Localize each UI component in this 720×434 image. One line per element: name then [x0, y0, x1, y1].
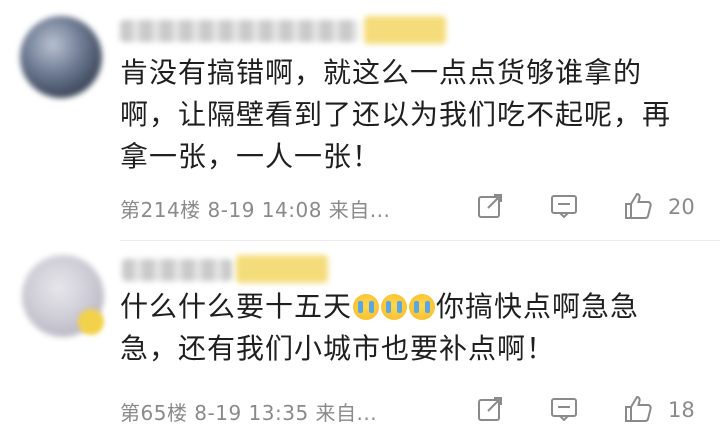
comment-text: 什么什么要十五天 你搞快点啊急急 急，还有我们小城市也要补点啊！ [120, 286, 680, 370]
comment-item: 什么什么要十五天 你搞快点啊急急 急，还有我们小城市也要补点啊！ 第65楼 8-1… [0, 241, 720, 434]
text-segment: 你搞快点啊急急 [436, 290, 640, 323]
comment-icon[interactable] [550, 192, 578, 224]
like-count: 18 [668, 398, 695, 422]
comment-text-line: 啊，让隔壁看到了还以为我们吃不起呢，再 [120, 98, 672, 131]
user-badge-blurred [364, 16, 446, 44]
comment-text-line: 急，还有我们小城市也要补点啊！ [120, 332, 556, 365]
thumbs-up-icon[interactable] [622, 190, 654, 226]
comment-text-line: 什么什么要十五天 你搞快点啊急急 [120, 286, 680, 328]
crying-emoji [381, 294, 408, 320]
user-badge-blurred [236, 255, 328, 283]
username-blurred[interactable] [120, 20, 358, 42]
thumbs-up-icon[interactable] [622, 393, 654, 429]
share-icon[interactable] [476, 395, 504, 427]
crying-emoji [409, 294, 436, 320]
avatar-badge [78, 309, 104, 335]
share-icon[interactable] [476, 192, 504, 224]
comment-text-line: 拿一张，一人一张！ [120, 140, 382, 173]
comment-meta: 第214楼 8-19 14:08 来自... [120, 198, 391, 222]
comment-text: 肯没有搞错啊，就这么一点点货够谁拿的 啊，让隔壁看到了还以为我们吃不起呢，再 拿… [120, 52, 680, 178]
comment-icon[interactable] [550, 395, 578, 427]
avatar[interactable] [20, 16, 102, 98]
username-blurred[interactable] [122, 259, 232, 281]
comment-text-line: 肯没有搞错啊，就这么一点点货够谁拿的 [120, 56, 643, 89]
text-segment: 什么什么要十五天 [120, 290, 353, 323]
like-count: 20 [668, 195, 695, 219]
crying-emoji [353, 294, 380, 320]
comment-meta: 第65楼 8-19 13:35 来自... [120, 401, 378, 425]
comment-item: 肯没有搞错啊，就这么一点点货够谁拿的 啊，让隔壁看到了还以为我们吃不起呢，再 拿… [0, 0, 720, 240]
